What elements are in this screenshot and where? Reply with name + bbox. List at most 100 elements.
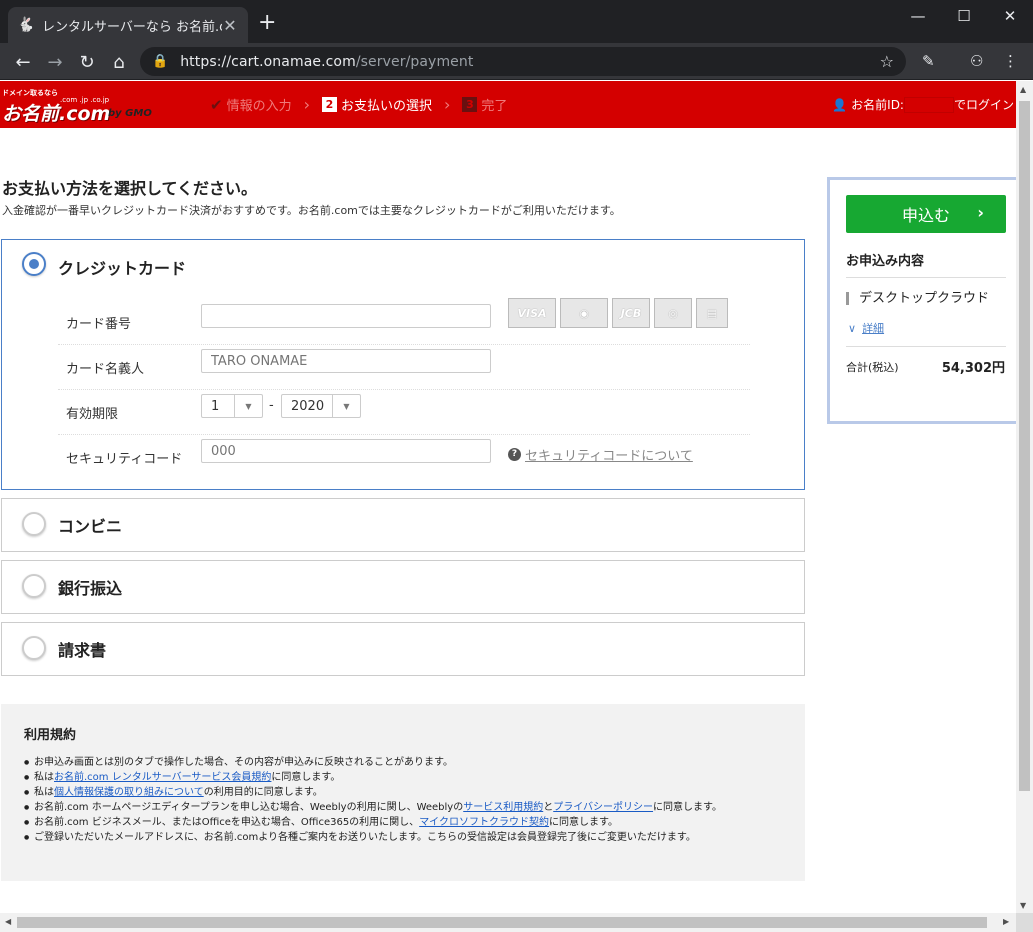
user-icon: 👤	[832, 97, 848, 112]
terms-item: お申込み画面とは別のタブで操作した場合、その内容が申込みに反映されることがありま…	[24, 755, 782, 770]
scroll-right-icon: ▶	[1003, 917, 1010, 926]
radio-invoice[interactable]	[22, 636, 46, 660]
url-text[interactable]: https://cart.onamae.com/server/payment	[180, 54, 879, 70]
radio-credit-card[interactable]	[22, 252, 46, 276]
masked-id	[903, 96, 954, 113]
chevron-right-icon: ›	[977, 203, 984, 222]
scroll-corner	[1016, 913, 1033, 932]
total-label: 合計(税込)	[846, 361, 899, 374]
payment-option-invoice[interactable]: 請求書	[1, 622, 805, 676]
payment-label-invoice: 請求書	[58, 641, 107, 660]
amex-logo: ▤	[696, 298, 728, 328]
apply-button[interactable]: 申込む ›	[846, 195, 1006, 233]
payment-label-convenience: コンビニ	[58, 517, 123, 536]
microsoft-cloud-link[interactable]: マイクロソフトクラウド契約	[419, 817, 549, 828]
onamae-logo[interactable]: ドメイン取るなら .com .jp .co.jp お名前.com by GMO	[2, 88, 152, 125]
divider	[846, 346, 1006, 347]
mastercard-logo: ◉	[560, 298, 608, 328]
extension-icon[interactable]: ⚇	[970, 52, 983, 70]
site-header: ドメイン取るなら .com .jp .co.jp お名前.com by GMO …	[0, 81, 1016, 128]
back-arrow-icon[interactable]: ←	[11, 50, 35, 74]
card-holder-input[interactable]	[201, 349, 491, 373]
step-complete: 3 完了	[462, 95, 507, 114]
browser-toolbar: ← → ↻ ⌂ 🔒 https://cart.onamae.com/server…	[0, 43, 1033, 80]
total-price: 54,302円	[941, 361, 1005, 376]
window-close-button[interactable]: ✕	[987, 0, 1033, 32]
scroll-down-icon: ▼	[1020, 901, 1027, 910]
scroll-thumb[interactable]	[17, 917, 987, 928]
terms-item: ご登録いただいたメールアドレスに、お名前.comより各種ご案内をお送りいたします…	[24, 830, 782, 845]
row-card-number: カード番号 VISA ◉ JCB ◎ ▤	[58, 298, 750, 345]
payment-label-bank: 銀行振込	[58, 579, 123, 598]
page-title: お支払い方法を選択してください。	[2, 179, 258, 198]
terms-item: お名前.com ホームページエディタープランを申し込む場合、Weeblyの利用に…	[24, 800, 764, 815]
visa-logo: VISA	[508, 298, 556, 328]
tab-close-icon[interactable]: ✕	[222, 16, 238, 35]
dropdown-arrow-icon: ▼	[234, 395, 262, 417]
divider	[846, 277, 1006, 278]
new-tab-button[interactable]: +	[258, 12, 276, 34]
browser-tab[interactable]: 🐇 レンタルサーバーなら お名前.com ✕	[8, 7, 248, 43]
vertical-scrollbar[interactable]: ▲ ▼	[1016, 81, 1033, 913]
member-terms-link[interactable]: お名前.com レンタルサーバーサービス会員規約	[54, 772, 271, 783]
scroll-thumb[interactable]	[1019, 101, 1030, 791]
radio-convenience[interactable]	[22, 512, 46, 536]
security-code-help-link[interactable]: ? セキュリティコードについて	[508, 445, 693, 464]
weebly-terms-link[interactable]: サービス利用規約	[463, 802, 543, 813]
privacy-policy-link[interactable]: 個人情報保護の取り組みについて	[54, 787, 204, 798]
page-lead: 入金確認が一番早いクレジットカード決済がおすすめです。お名前.comでは主要なク…	[2, 204, 621, 217]
scroll-left-icon: ◀	[5, 917, 12, 926]
payment-option-credit-card[interactable]: クレジットカード カード番号 VISA ◉ JCB ◎ ▤ カード名義人 有効期…	[1, 239, 805, 490]
order-summary: 申込む › お申込み内容 デスクトップクラウド ∨ 詳細 合計(税込) 54,30…	[827, 177, 1016, 424]
forward-arrow-icon[interactable]: →	[43, 50, 67, 74]
terms-list: お申込み画面とは別のタブで操作した場合、その内容が申込みに反映されることがありま…	[24, 755, 782, 845]
chevron-down-icon: ∨	[848, 322, 857, 335]
jcb-logo: JCB	[612, 298, 650, 328]
lock-icon: 🔒	[152, 54, 169, 69]
progress-steps: ✔ 情報の入力 › 2 お支払いの選択 › 3 完了	[210, 95, 507, 114]
address-bar[interactable]: 🔒 https://cart.onamae.com/server/payment…	[140, 47, 906, 76]
step-payment: 2 お支払いの選択 ›	[322, 95, 462, 114]
menu-dots-icon[interactable]: ⋮	[1003, 52, 1018, 70]
security-code-input[interactable]	[201, 439, 491, 463]
page-viewport: ドメイン取るなら .com .jp .co.jp お名前.com by GMO …	[0, 81, 1016, 913]
terms-section: 利用規約 お申込み画面とは別のタブで操作した場合、その内容が申込みに反映されるこ…	[1, 704, 805, 881]
payment-label-credit: クレジットカード	[58, 259, 187, 278]
dropdown-arrow-icon: ▼	[332, 395, 360, 417]
maximize-button[interactable]: ☐	[941, 0, 987, 32]
chevron-right-icon: ›	[303, 95, 310, 114]
checkmark-icon: ✔	[210, 95, 223, 114]
question-icon: ?	[508, 448, 521, 461]
weebly-privacy-link[interactable]: プライバシーポリシー	[553, 802, 653, 813]
row-security-code: セキュリティコード ? セキュリティコードについて	[58, 435, 750, 480]
expiry-year-select[interactable]: 2020 ▼	[281, 394, 361, 418]
row-expiry: 有効期限 1 ▼ - 2020 ▼	[58, 390, 750, 435]
minimize-button[interactable]: —	[895, 0, 941, 32]
summary-heading: お申込み内容	[846, 254, 925, 269]
detail-toggle[interactable]: ∨ 詳細	[848, 320, 884, 336]
card-number-input[interactable]	[201, 304, 491, 328]
terms-heading: 利用規約	[24, 728, 77, 743]
payment-option-convenience[interactable]: コンビニ	[1, 498, 805, 552]
tab-title: レンタルサーバーなら お名前.com	[42, 19, 222, 35]
summary-item: デスクトップクラウド	[846, 292, 989, 305]
login-link[interactable]: 👤 お名前ID: でログイン	[832, 96, 1014, 113]
reload-icon[interactable]: ↻	[75, 50, 99, 74]
diners-logo: ◎	[654, 298, 692, 328]
radio-bank[interactable]	[22, 574, 46, 598]
terms-item: 私はお名前.com レンタルサーバーサービス会員規約に同意します。	[24, 770, 782, 785]
expiry-month-select[interactable]: 1 ▼	[201, 394, 263, 418]
horizontal-scrollbar[interactable]: ◀ ▶	[0, 913, 1016, 932]
card-brands: VISA ◉ JCB ◎ ▤	[508, 298, 732, 328]
payment-option-bank[interactable]: 銀行振込	[1, 560, 805, 614]
home-icon[interactable]: ⌂	[107, 50, 131, 74]
chevron-right-icon: ›	[444, 95, 451, 114]
terms-item: 私は個人情報保護の取り組みについての利用目的に同意します。	[24, 785, 782, 800]
scroll-up-icon: ▲	[1020, 85, 1027, 94]
tab-strip: 🐇 レンタルサーバーなら お名前.com ✕ + — ☐ ✕	[0, 0, 1033, 43]
terms-item: お名前.com ビジネスメール、またはOfficeを申込む場合、Office36…	[24, 815, 782, 830]
bookmark-star-icon[interactable]: ☆	[880, 52, 894, 71]
row-card-holder: カード名義人	[58, 345, 750, 390]
browser-window: 🐇 レンタルサーバーなら お名前.com ✕ + — ☐ ✕ ← → ↻ ⌂ 🔒…	[0, 0, 1033, 932]
extension-pen-icon[interactable]: ✎	[922, 52, 935, 70]
